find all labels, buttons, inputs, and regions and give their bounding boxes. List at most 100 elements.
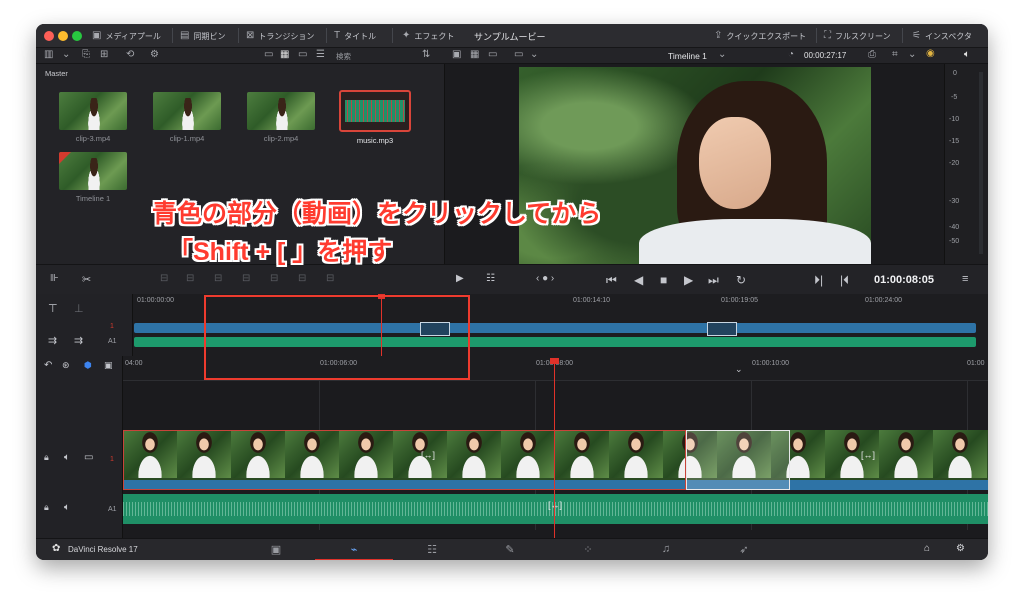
menu-icon[interactable]: ≡ xyxy=(962,273,968,285)
color-page-button[interactable]: ⁘ xyxy=(549,543,627,560)
filmstrip-view-icon[interactable]: ▭ xyxy=(298,50,307,60)
clip-thumbnail xyxy=(59,92,127,130)
snap-icon[interactable]: ↶ xyxy=(44,360,52,371)
thumbnail-view-icon[interactable]: ▦ xyxy=(280,50,289,60)
transition-clip[interactable] xyxy=(686,430,790,490)
cut-page-button[interactable]: ⌁ xyxy=(315,543,393,560)
transition-tab[interactable]: ⊠ トランジション xyxy=(246,29,314,43)
inspector-label: インスペクタ xyxy=(924,31,972,41)
transition-icon: ⊠ xyxy=(246,30,255,41)
media-clip[interactable]: clip-1.mp4 xyxy=(140,92,234,143)
annotation-line-2: 「Shift + [ 」を押す xyxy=(168,238,393,266)
audio-height-icon[interactable]: ⇉ xyxy=(74,334,83,347)
stop-icon[interactable]: ■ xyxy=(660,273,667,287)
sync-icon[interactable]: ⟲ xyxy=(126,50,134,60)
clip-thumbnail xyxy=(153,92,221,130)
zoom-window-button[interactable] xyxy=(72,31,82,41)
list-view-icon[interactable]: ☰ xyxy=(316,50,325,60)
import-icon[interactable]: ⎘ xyxy=(82,50,90,60)
media-clip[interactable]: clip-2.mp4 xyxy=(234,92,328,143)
loop-icon[interactable]: ↻ xyxy=(736,273,746,287)
clip-name: clip-2.mp4 xyxy=(263,134,299,143)
fairlight-page-button[interactable]: ♫ xyxy=(627,543,705,560)
append-clip-icon[interactable]: ⊟ xyxy=(214,273,222,284)
clip-edit-point[interactable] xyxy=(707,322,737,336)
speaker-icon[interactable]: 🔈︎ xyxy=(64,502,70,513)
prev-edit-icon[interactable]: |⏴ xyxy=(840,273,849,288)
edit-page-button[interactable]: ☷ xyxy=(393,543,471,560)
search-label[interactable]: 検索 xyxy=(336,51,351,62)
go-to-start-icon[interactable]: ⏮ xyxy=(606,273,617,288)
mixer-icon[interactable]: ☷ xyxy=(486,273,495,284)
inspector-button[interactable]: ⚟ インスペクタ xyxy=(912,29,972,43)
lock-icon[interactable]: 🔒︎ xyxy=(44,452,49,463)
link-icon[interactable]: ⊛ xyxy=(62,360,70,371)
timeline-item[interactable]: Timeline 1 xyxy=(46,152,140,203)
viewer-mode-icon[interactable]: ▣ xyxy=(452,50,461,60)
media-clip[interactable]: clip-3.mp4 xyxy=(46,92,140,143)
cross-fade-icon: [↔] xyxy=(861,450,876,460)
chevron-down-icon[interactable]: ⌄ xyxy=(62,50,70,60)
effects-tab[interactable]: ✦ エフェクト xyxy=(402,29,454,43)
viewer-video-frame[interactable] xyxy=(519,67,871,264)
zoom-icon[interactable]: ▭ xyxy=(514,50,523,60)
transform-icon[interactable]: ⌗ xyxy=(892,50,898,60)
safe-area-icon[interactable]: ▦ xyxy=(470,50,479,60)
audio-clip-track[interactable]: [↔] xyxy=(123,494,988,524)
quick-export-button[interactable]: ⇪ クイックエクスポート xyxy=(714,29,806,43)
gear-icon[interactable]: ⚙ xyxy=(956,543,965,554)
detect-scene-icon[interactable]: ⊪ xyxy=(50,273,59,284)
video-clip-strip[interactable]: [↔] [↔] xyxy=(123,430,988,492)
play-icon[interactable]: ▶ xyxy=(684,273,693,287)
monitor-icon[interactable]: ▭ xyxy=(488,50,497,60)
sort-icon[interactable]: ⇅ xyxy=(422,50,430,60)
main-playhead-handle[interactable] xyxy=(550,358,559,364)
sync-bin-tab[interactable]: ▤ 同期ビン xyxy=(180,29,225,43)
track-height-icon[interactable]: ⇉ xyxy=(48,334,57,347)
speaker-icon[interactable]: 🔈︎ xyxy=(964,50,970,60)
panel-toggle-icon[interactable]: ▥ xyxy=(44,50,53,60)
title-tab[interactable]: T タイトル xyxy=(334,29,376,43)
lock-icon[interactable]: 🔒︎ xyxy=(44,502,49,513)
source-overwrite-icon[interactable]: ⊟ xyxy=(326,273,334,284)
chevron-down-icon[interactable]: ⌄ xyxy=(718,50,726,60)
fusion-page-button[interactable]: ✎ xyxy=(471,543,549,560)
audio-clip[interactable]: music.mp3 xyxy=(328,90,422,145)
flag-icon[interactable]: ⬢ xyxy=(84,360,92,371)
dynamic-trim-icon[interactable]: ⊥ xyxy=(74,302,84,315)
trim-edit-icon[interactable]: ⊤ xyxy=(48,302,58,315)
minimize-window-button[interactable] xyxy=(58,31,68,41)
close-window-button[interactable] xyxy=(44,31,54,41)
chevron-down-icon[interactable]: ⌄ xyxy=(908,50,916,60)
marker-icon[interactable]: ▣ xyxy=(104,360,113,371)
media-page-button[interactable]: ▣ xyxy=(237,543,315,560)
home-icon[interactable]: ⌂ xyxy=(924,543,930,554)
speaker-icon[interactable]: 🔈︎ xyxy=(64,452,70,463)
monitor-icon[interactable]: ▭ xyxy=(84,452,93,463)
ripple-overwrite-icon[interactable]: ⊟ xyxy=(270,273,278,284)
close-up-icon[interactable]: ⊟ xyxy=(298,273,306,284)
insert-clip-icon[interactable]: ⊟ xyxy=(160,273,168,284)
next-edit-icon[interactable]: ⏵| xyxy=(814,273,823,288)
bin-icon[interactable]: ⊞ xyxy=(100,50,108,60)
jog-icon[interactable]: ‹ ● › xyxy=(536,273,554,284)
play-in-icon[interactable]: ▶︎ xyxy=(456,273,464,284)
timeline-name[interactable]: Timeline 1 xyxy=(668,51,707,61)
camera-icon[interactable]: ⎙ xyxy=(868,50,876,60)
overwrite-clip-icon[interactable]: ⊟ xyxy=(186,273,194,284)
fullscreen-button[interactable]: ⛶ フルスクリーン xyxy=(824,29,891,43)
timecode-label: 01:00:10:00 xyxy=(752,360,789,367)
scissors-icon[interactable]: ✂ xyxy=(82,273,91,286)
settings-icon[interactable]: ⚙ xyxy=(150,50,159,60)
chevron-down-icon[interactable]: ⌄ xyxy=(530,50,538,60)
main-playhead[interactable] xyxy=(554,360,555,538)
go-to-end-icon[interactable]: ⏭ xyxy=(708,273,719,288)
color-wheel-icon[interactable]: ◉ xyxy=(926,49,935,59)
place-on-top-icon[interactable]: ⊟ xyxy=(242,273,250,284)
quick-export-label: クイックエクスポート xyxy=(726,31,807,41)
chevron-down-icon[interactable]: ⌄ xyxy=(735,364,743,375)
deliver-page-button[interactable]: ➶ xyxy=(705,543,783,560)
media-pool-tab[interactable]: ▣ メディアプール xyxy=(92,29,161,43)
metadata-view-icon[interactable]: ▭ xyxy=(264,50,273,60)
reverse-icon[interactable]: ◀ xyxy=(634,273,643,287)
